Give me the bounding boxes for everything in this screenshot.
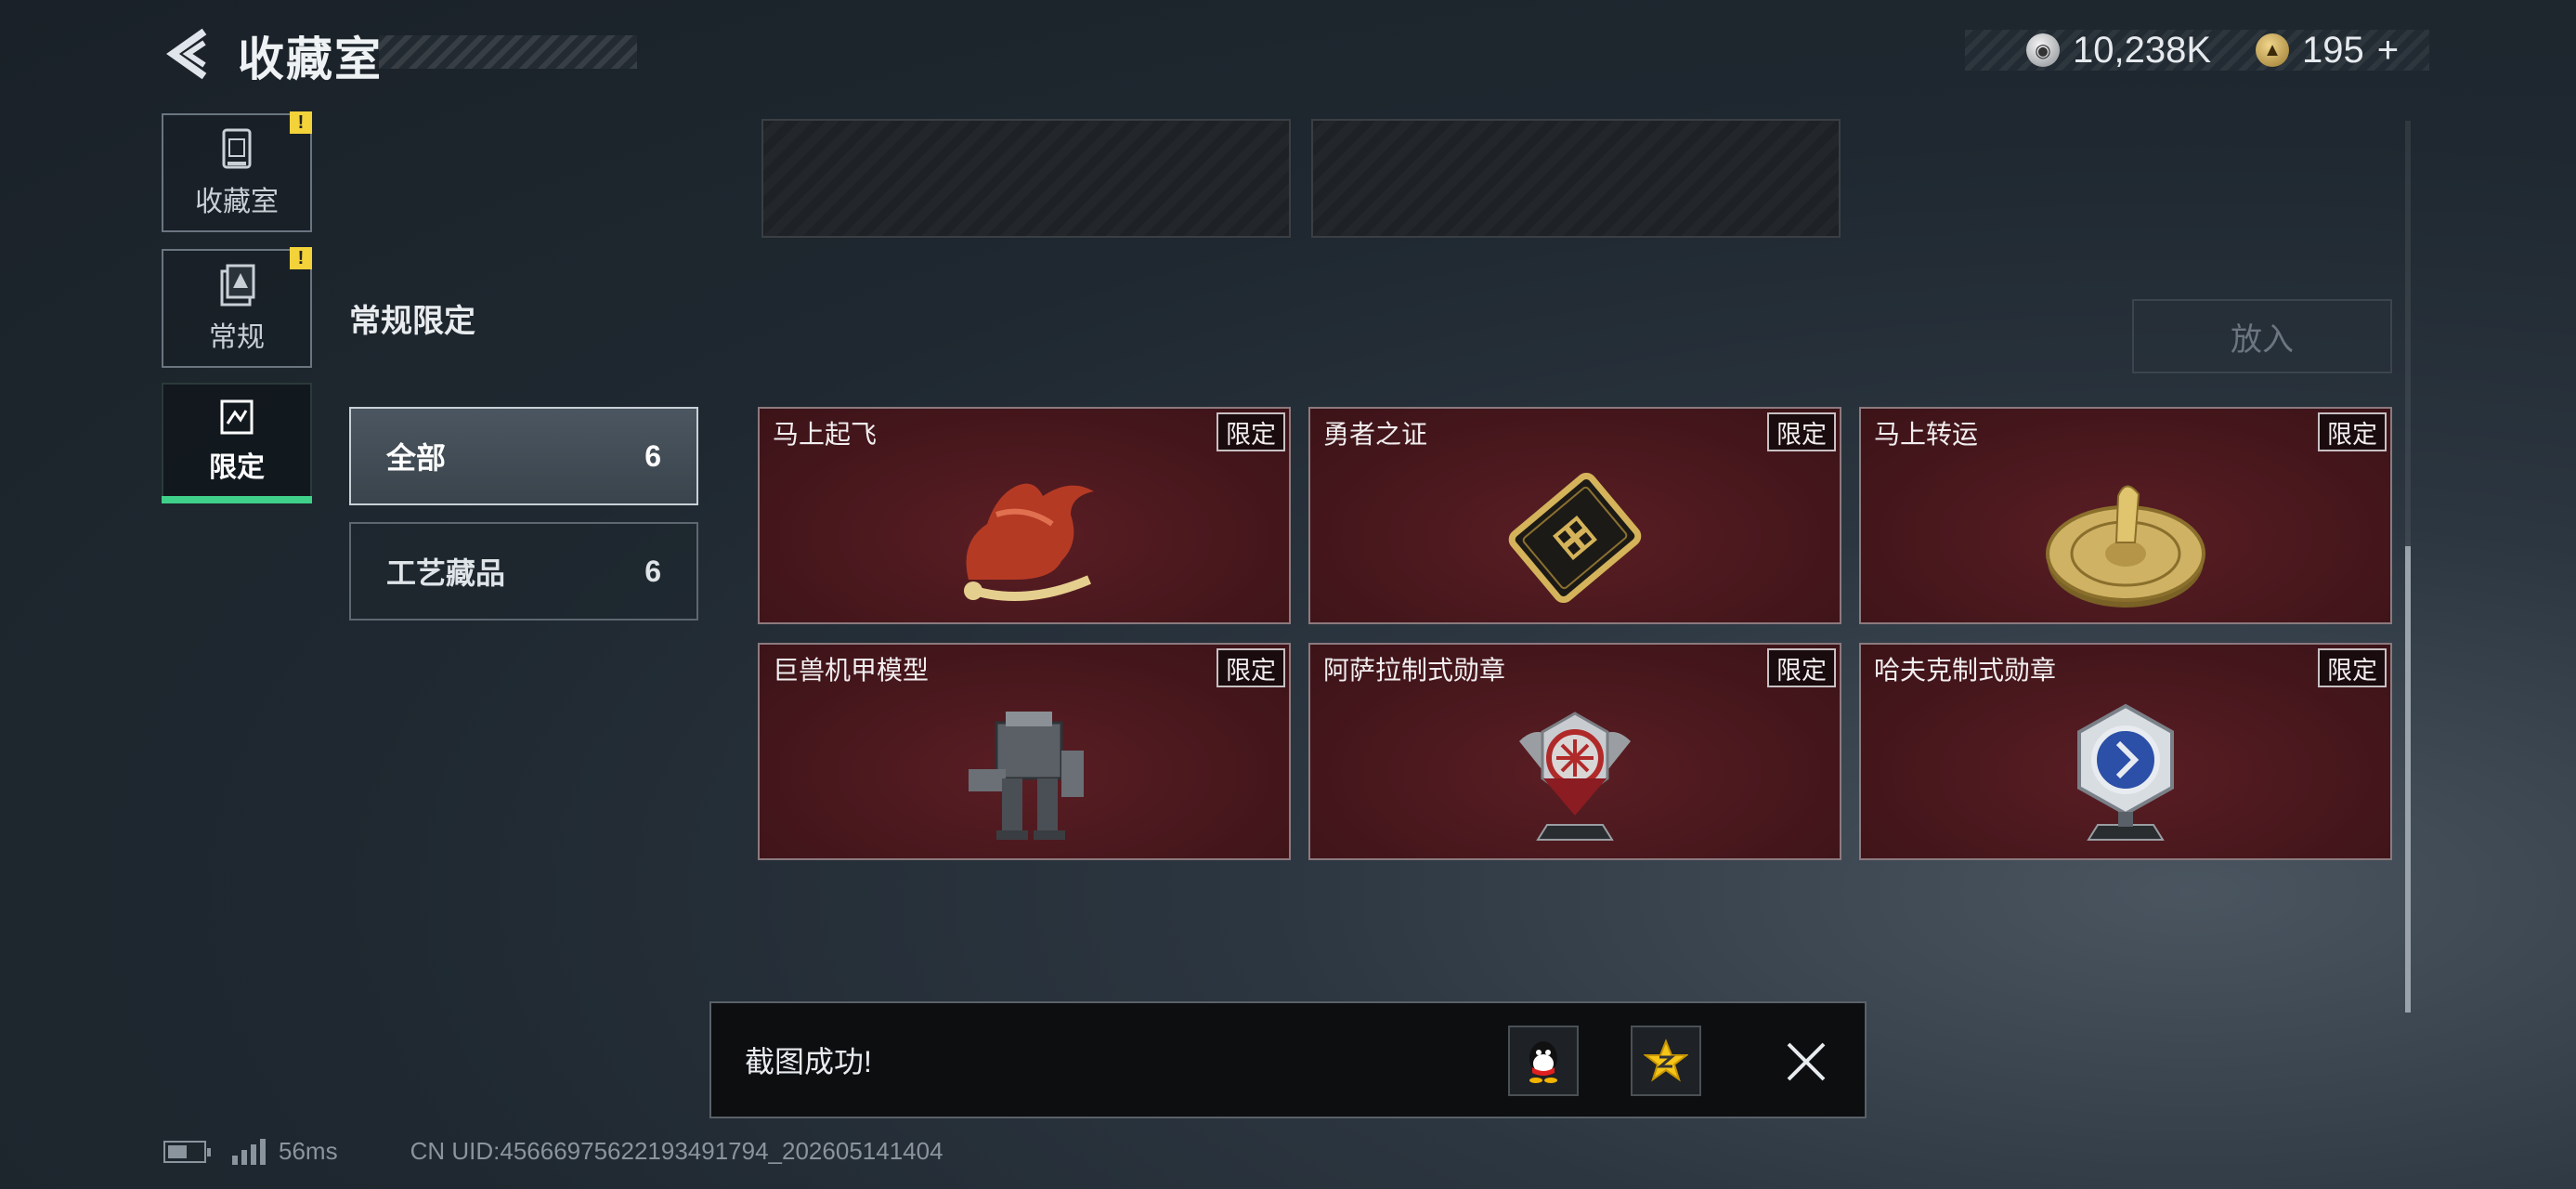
silver-currency-value: 10,238K xyxy=(2073,29,2212,71)
collectible-card[interactable]: 巨兽机甲模型 限定 xyxy=(758,643,1291,860)
back-arrow-icon xyxy=(166,28,207,80)
scrollbar-thumb[interactable] xyxy=(2405,546,2411,1013)
filter-count: 6 xyxy=(644,554,661,588)
filter-label: 工艺藏品 xyxy=(386,556,506,590)
limited-icon xyxy=(220,399,254,435)
gold-currency-value: 195 xyxy=(2302,29,2364,71)
filter-all[interactable]: 全部 6 xyxy=(349,407,698,505)
regular-icon xyxy=(220,264,255,307)
alert-badge: ! xyxy=(290,247,312,269)
close-toast-button[interactable] xyxy=(1785,1040,1828,1083)
title-decoration xyxy=(379,35,637,69)
status-footer: 56ms CN UID:4566697562219349179​4_202605… xyxy=(163,1137,943,1166)
collection-room-icon xyxy=(222,128,252,169)
limited-tag: 限定 xyxy=(2318,648,2387,687)
card-name: 马上起飞 xyxy=(773,420,878,449)
card-name: 哈夫克制式勋章 xyxy=(1874,656,2057,685)
qzone-icon xyxy=(1644,1039,1688,1082)
section-title: 常规限定 xyxy=(349,304,475,339)
limited-tag: 限定 xyxy=(1767,412,1836,451)
collectible-card[interactable]: 阿萨拉制式勋章 限定 xyxy=(1308,643,1841,860)
put-in-button[interactable]: 放入 xyxy=(2132,299,2392,373)
limited-tag: 限定 xyxy=(1216,648,1285,687)
filter-count: 6 xyxy=(644,438,661,473)
page-title: 收藏室 xyxy=(238,33,383,85)
limited-tag: 限定 xyxy=(1216,412,1285,451)
card-name: 勇者之证 xyxy=(1323,420,1428,449)
signal-icon xyxy=(232,1138,266,1165)
mech-model-icon xyxy=(969,712,1084,840)
limited-tag: 限定 xyxy=(2318,412,2387,451)
share-qq-button[interactable] xyxy=(1508,1026,1579,1096)
sidebar-item-label: 限定 xyxy=(209,452,265,483)
card-name: 阿萨拉制式勋章 xyxy=(1323,656,1506,685)
gold-card-badge-icon xyxy=(1508,472,1642,604)
filter-crafted-collectibles[interactable]: 工艺藏品 6 xyxy=(349,522,698,621)
currency-bar: ◉ 10,238K ▲ 195 + xyxy=(1965,30,2429,71)
alert-badge: ! xyxy=(290,111,312,134)
blue-medal-icon xyxy=(2077,703,2174,841)
add-currency-button[interactable]: + xyxy=(2377,30,2399,72)
toast-message: 截图成功! xyxy=(745,1045,872,1078)
qq-icon xyxy=(1529,1041,1557,1083)
gold-compass-horse-icon xyxy=(2046,485,2205,608)
close-icon xyxy=(1787,1042,1826,1081)
collectible-card[interactable]: 马上起飞 限定 xyxy=(758,407,1291,624)
card-name: 马上转运 xyxy=(1874,420,1979,449)
share-qzone-button[interactable] xyxy=(1631,1026,1701,1096)
limited-tag: 限定 xyxy=(1767,648,1836,687)
collectible-card[interactable]: 哈夫克制式勋章 限定 xyxy=(1859,643,2392,860)
sidebar-item-label: 常规 xyxy=(209,322,265,353)
collectible-card[interactable]: 马上转运 限定 xyxy=(1859,407,2392,624)
red-horse-figurine-icon xyxy=(964,483,1094,601)
gold-coin-icon: ▲ xyxy=(2256,33,2290,67)
active-indicator xyxy=(162,496,312,503)
silver-coin-icon: ◉ xyxy=(2026,33,2060,67)
back-button[interactable] xyxy=(163,28,210,80)
battery-icon xyxy=(163,1140,211,1163)
filter-label: 全部 xyxy=(386,441,447,475)
partial-card[interactable] xyxy=(761,119,1291,238)
screenshot-toast: 截图成功! xyxy=(709,1001,1867,1118)
collectible-card[interactable]: 勇者之证 限定 xyxy=(1308,407,1841,624)
sidebar-item-limited[interactable]: 限定 xyxy=(162,383,312,498)
red-medal-icon xyxy=(1519,712,1631,841)
sidebar-item-label: 收藏室 xyxy=(195,187,279,217)
card-name: 巨兽机甲模型 xyxy=(773,656,930,685)
ping-value: 56ms xyxy=(279,1137,338,1165)
partial-card[interactable] xyxy=(1311,119,1841,238)
uid-text: CN UID:4566697562219349179​4_20260514140… xyxy=(410,1137,943,1165)
